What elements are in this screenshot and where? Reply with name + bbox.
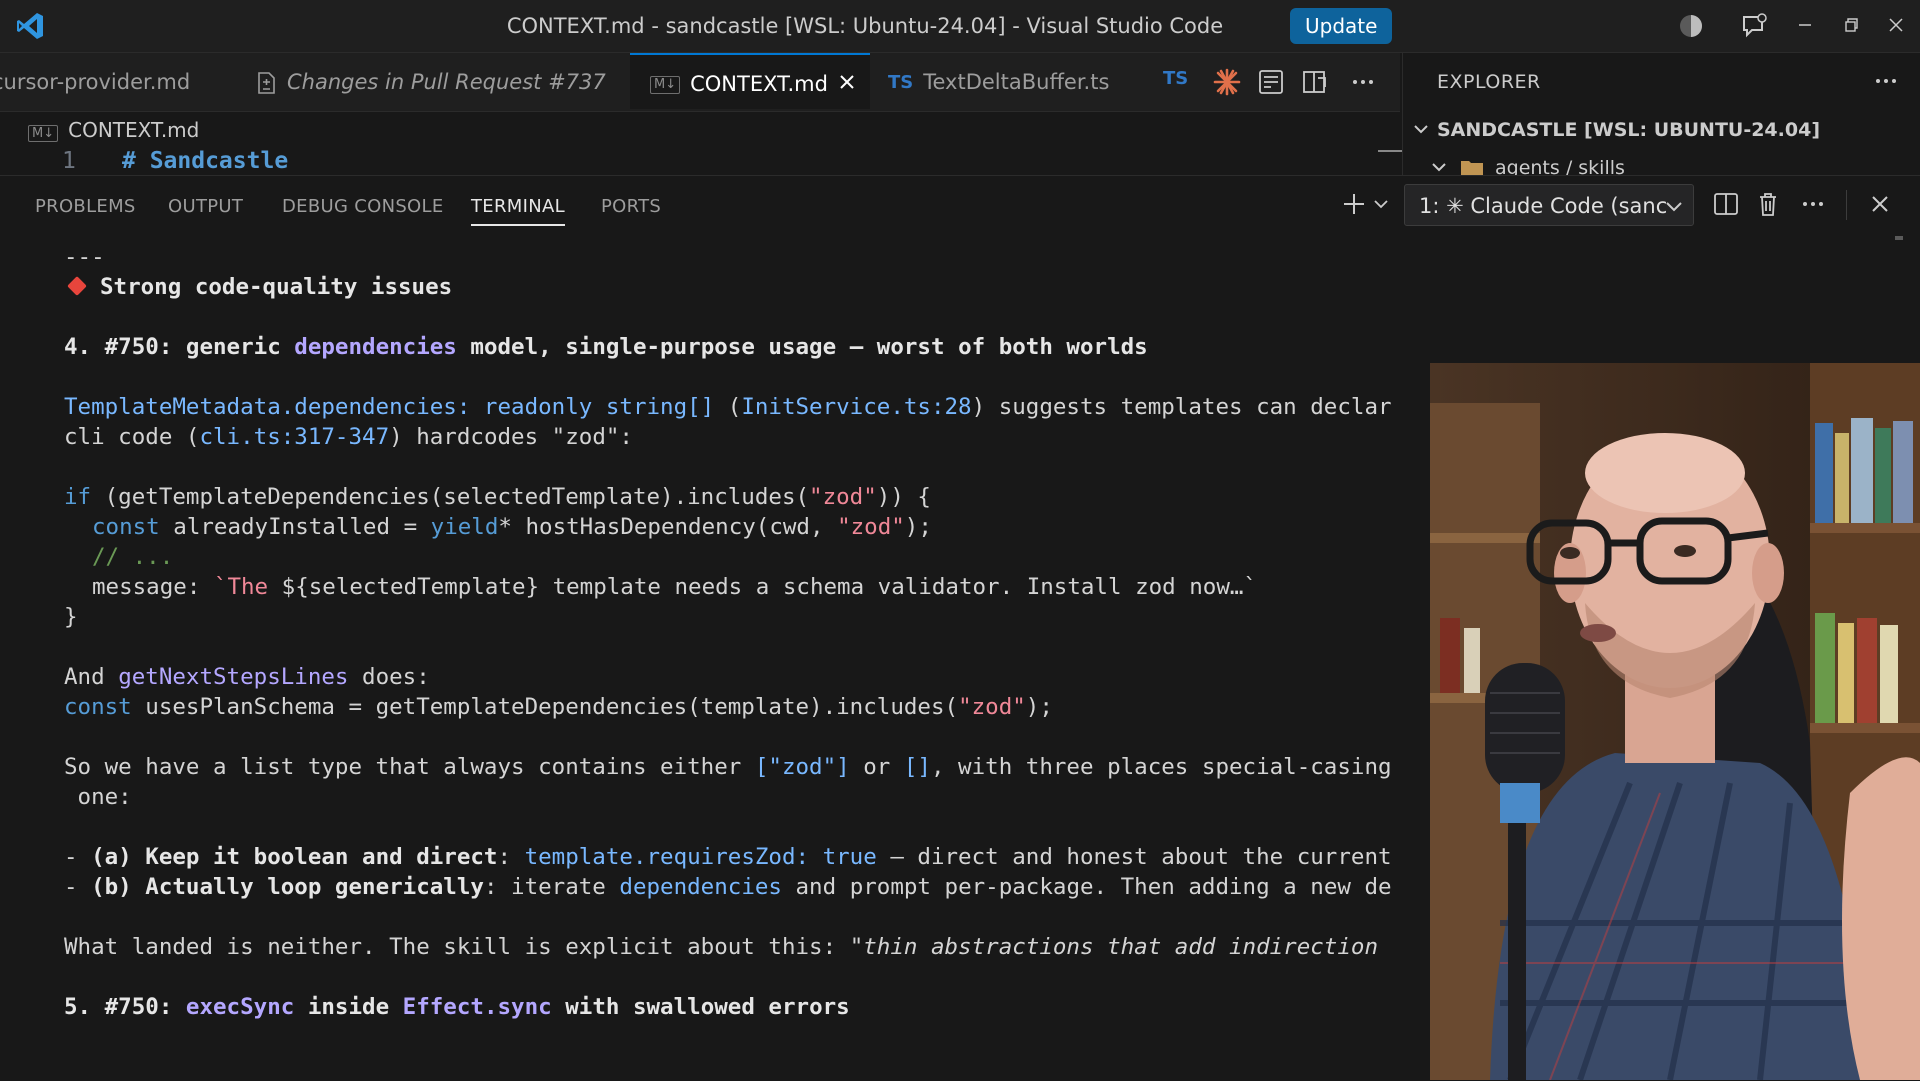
tab-terminal[interactable]: TERMINAL <box>471 196 565 226</box>
terminal-line: So we have a list type that always conta… <box>64 754 1392 780</box>
terminal-select[interactable]: 1: ✳ Claude Code (sanc <box>1404 184 1694 226</box>
tab-textdeltabuffer[interactable]: TS TextDeltaBuffer.ts <box>888 53 1138 111</box>
window-title: CONTEXT.md - sandcastle [WSL: Ubuntu-24.… <box>506 14 1224 38</box>
close-window-icon[interactable] <box>1883 12 1909 38</box>
markdown-icon: M↓ <box>650 76 681 94</box>
typescript-icon[interactable]: TS <box>1163 68 1188 89</box>
webcam-overlay <box>1430 363 1920 1080</box>
update-button[interactable]: Update <box>1290 8 1393 44</box>
red-diamond-icon <box>67 276 87 296</box>
explorer-sidebar: EXPLORER SANDCASTLE [WSL: UBUNTU-24.04] … <box>1402 53 1920 175</box>
terminal-line: TemplateMetadata.dependencies: readonly … <box>64 394 1392 420</box>
terminal-line: // ... <box>92 544 174 570</box>
terminal-scrollbar[interactable] <box>1895 236 1903 240</box>
more-actions-icon[interactable] <box>1871 69 1901 93</box>
feedback-icon[interactable] <box>1740 12 1768 40</box>
restore-icon[interactable] <box>1838 12 1864 38</box>
explorer-title: EXPLORER <box>1437 71 1541 93</box>
chevron-down-icon[interactable] <box>1429 157 1449 175</box>
panel-tab-bar: PROBLEMS OUTPUT DEBUG CONSOLE TERMINAL P… <box>0 176 1300 236</box>
terminal-line: --- <box>64 244 105 270</box>
terminal-line: 4. #750: generic dependencies model, sin… <box>64 334 1148 360</box>
tab-pull-request-changes[interactable]: Changes in Pull Request #737 <box>255 53 625 111</box>
more-actions-icon[interactable] <box>1348 67 1378 97</box>
claude-spark-icon[interactable] <box>1212 67 1242 97</box>
open-preview-icon[interactable] <box>1256 67 1286 97</box>
folder-icon <box>1461 161 1483 175</box>
terminal-line: - (b) Actually loop generically: iterate… <box>64 874 1392 900</box>
terminal-output[interactable]: --- Strong code-quality issues 4. #750: … <box>0 236 1430 1081</box>
terminal-line: What landed is neither. The skill is exp… <box>64 934 1378 960</box>
new-terminal-icon[interactable] <box>1338 188 1370 220</box>
markdown-icon: M↓ <box>28 125 59 142</box>
terminal-line: const usesPlanSchema = getTemplateDepend… <box>64 694 1053 720</box>
toolbar-separator <box>1846 190 1847 220</box>
terminal-line: if (getTemplateDependencies(selectedTemp… <box>64 484 931 510</box>
tab-context-md[interactable]: M↓ CONTEXT.md <box>630 53 870 109</box>
tab-ports[interactable]: PORTS <box>601 196 661 217</box>
split-editor-icon[interactable] <box>1300 67 1330 97</box>
terminal-line: 5. #750: execSync inside Effect.sync wit… <box>64 994 850 1020</box>
tab-label: Changes in Pull Request #737 <box>287 70 606 94</box>
breadcrumb-file[interactable]: CONTEXT.md <box>68 118 199 142</box>
terminal-select-value: 1: ✳ Claude Code (sanc <box>1419 194 1668 218</box>
terminal-line: Strong code-quality issues <box>64 272 452 302</box>
split-terminal-icon[interactable] <box>1710 188 1742 220</box>
tab-label: TextDeltaBuffer.ts <box>923 70 1110 94</box>
terminal-line: cli code (cli.ts:317-347) hardcodes "zod… <box>64 424 633 450</box>
close-tab-icon[interactable] <box>836 71 858 93</box>
explorer-root-folder[interactable]: SANDCASTLE [WSL: UBUNTU-24.04] <box>1437 119 1820 141</box>
editor-minimap-indicator <box>1378 150 1402 152</box>
terminal-line: And getNextStepsLines does: <box>64 664 430 690</box>
editor-line[interactable]: 1 # Sandcastle <box>0 148 1400 176</box>
presenter-video-image <box>1430 363 1920 1080</box>
tab-output[interactable]: OUTPUT <box>168 196 243 217</box>
terminal-line: message: `The ${selectedTemplate} templa… <box>92 574 1257 600</box>
editor-tab-bar: cursor-provider.md Changes in Pull Reque… <box>0 53 1400 112</box>
trash-icon[interactable] <box>1752 188 1784 220</box>
chevron-down-icon[interactable] <box>1411 119 1431 139</box>
minimize-icon[interactable] <box>1792 12 1818 38</box>
terminal-line: - (a) Keep it boolean and direct: templa… <box>64 844 1392 870</box>
title-bar: CONTEXT.md - sandcastle [WSL: Ubuntu-24.… <box>0 0 1920 53</box>
typescript-icon: TS <box>888 72 914 93</box>
tab-label: cursor-provider.md <box>0 70 191 94</box>
chevron-down-icon[interactable] <box>1370 188 1392 220</box>
terminal-line: one: <box>64 784 132 810</box>
tab-debug-console[interactable]: DEBUG CONSOLE <box>282 196 444 217</box>
tab-cursor-provider[interactable]: cursor-provider.md <box>0 53 207 111</box>
accounts-icon[interactable] <box>1677 12 1705 40</box>
diff-icon <box>258 72 275 94</box>
more-actions-icon[interactable] <box>1797 188 1829 220</box>
line-content[interactable]: # Sandcastle <box>122 148 288 174</box>
terminal-line: } <box>64 604 78 630</box>
close-panel-icon[interactable] <box>1864 188 1896 220</box>
tab-label: CONTEXT.md <box>690 72 828 96</box>
line-number: 1 <box>62 148 76 174</box>
terminal-line: const alreadyInstalled = yield* hostHasD… <box>92 514 932 540</box>
breadcrumb[interactable]: M↓ CONTEXT.md <box>28 118 199 142</box>
tab-problems[interactable]: PROBLEMS <box>35 196 136 217</box>
explorer-folder-item[interactable]: agents / skills <box>1495 157 1625 175</box>
chevron-down-icon <box>1666 202 1682 212</box>
